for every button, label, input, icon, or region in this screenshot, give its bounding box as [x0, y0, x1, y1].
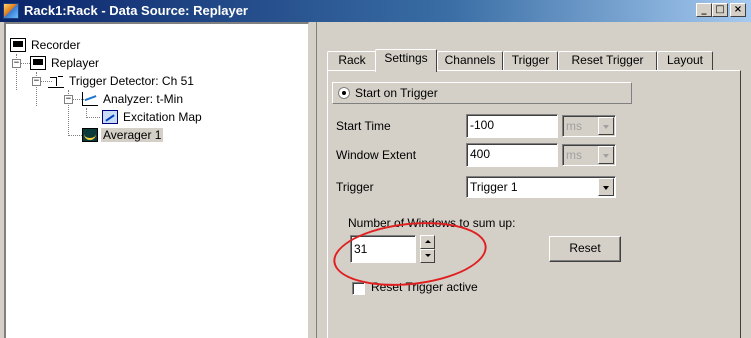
reset-trigger-active-checkbox[interactable]: [352, 282, 365, 295]
window-extent-unit-value: ms: [566, 148, 582, 162]
chevron-down-icon[interactable]: [598, 178, 614, 196]
trigger-select[interactable]: Trigger 1: [466, 176, 616, 198]
start-on-trigger-radio[interactable]: [338, 87, 350, 99]
trigger-icon: [48, 74, 64, 88]
reset-button[interactable]: Reset: [549, 236, 621, 262]
rack-tree[interactable]: Recorder − Replayer − Trigger Detector: …: [4, 22, 309, 338]
tree-item-analyzer[interactable]: Analyzer: t-Min: [82, 90, 185, 108]
collapse-icon[interactable]: −: [12, 59, 21, 68]
window-extent-unit-select[interactable]: ms: [562, 144, 616, 166]
start-on-trigger-label: Start on Trigger: [355, 86, 438, 100]
settings-panel: Start on Trigger Start Time -100 ms Wind…: [327, 70, 741, 338]
monitor-icon: [30, 56, 46, 70]
tree-item-label: Recorder: [31, 38, 81, 52]
tree-item-label: Trigger Detector: Ch 51: [69, 74, 194, 88]
collapse-icon[interactable]: −: [64, 95, 73, 104]
tree-line: [68, 135, 82, 136]
tab-rack[interactable]: Rack: [327, 51, 377, 71]
start-on-trigger-group: Start on Trigger: [332, 82, 632, 104]
chevron-down-icon[interactable]: [598, 146, 614, 164]
analyzer-icon: [82, 92, 98, 106]
tree-item-recorder[interactable]: Recorder: [10, 36, 82, 54]
excitation-map-icon: [102, 110, 118, 124]
trigger-select-value: Trigger 1: [470, 180, 518, 194]
tree-item-replayer[interactable]: Replayer: [30, 54, 101, 72]
spin-down-icon[interactable]: [420, 249, 435, 263]
tab-settings[interactable]: Settings: [375, 49, 437, 72]
app-icon: [3, 3, 19, 19]
start-time-unit-value: ms: [566, 119, 582, 133]
tree-item-label: Replayer: [51, 56, 100, 70]
start-time-label: Start Time: [336, 119, 391, 133]
window-controls: _ □ ×: [696, 3, 746, 17]
tree-item-label: Analyzer: t-Min: [103, 92, 184, 106]
monitor-icon: [10, 38, 26, 52]
tree-item-label: Averager 1: [101, 128, 164, 142]
window-extent-label: Window Extent: [336, 148, 417, 162]
reset-trigger-active-label: Reset Trigger active: [371, 280, 478, 294]
title-bar[interactable]: Rack1:Rack - Data Source: Replayer _ □ ×: [0, 0, 751, 22]
start-time-input[interactable]: -100: [466, 114, 558, 138]
maximize-button[interactable]: □: [712, 3, 728, 17]
window-title: Rack1:Rack - Data Source: Replayer: [24, 3, 248, 18]
close-button[interactable]: ×: [730, 3, 746, 17]
pane-splitter[interactable]: [309, 22, 317, 338]
tab-reset-trigger[interactable]: Reset Trigger: [558, 51, 657, 71]
tree-item-averager[interactable]: Averager 1: [82, 126, 164, 144]
tab-layout[interactable]: Layout: [657, 51, 713, 71]
windows-to-sum-spinner[interactable]: [420, 235, 435, 263]
averager-icon: [82, 128, 98, 142]
spin-up-icon[interactable]: [420, 235, 435, 249]
window-extent-input[interactable]: 400: [466, 143, 558, 167]
tree-item-excitation-map[interactable]: Excitation Map: [102, 108, 204, 126]
start-time-unit-select[interactable]: ms: [562, 115, 616, 137]
windows-to-sum-input[interactable]: 31: [350, 235, 416, 263]
windows-to-sum-label: Number of Windows to sum up:: [348, 216, 516, 230]
chevron-down-icon[interactable]: [598, 117, 614, 135]
collapse-icon[interactable]: −: [32, 77, 41, 86]
minimize-button[interactable]: _: [696, 3, 712, 17]
tree-line: [86, 117, 100, 118]
tree-item-label: Excitation Map: [123, 110, 202, 124]
trigger-label: Trigger: [336, 180, 374, 194]
settings-pane: Rack Settings Channels Trigger Reset Tri…: [317, 22, 751, 338]
tab-trigger[interactable]: Trigger: [503, 51, 558, 71]
tab-channels[interactable]: Channels: [437, 51, 503, 71]
tree-item-trigger-detector[interactable]: Trigger Detector: Ch 51: [48, 72, 196, 90]
